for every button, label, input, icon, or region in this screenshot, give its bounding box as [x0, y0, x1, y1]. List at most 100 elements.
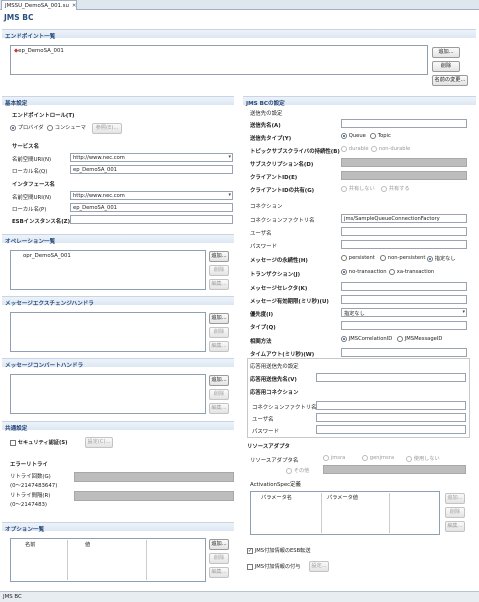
mex-delete-button[interactable]: 削除	[209, 327, 229, 338]
subscription-input[interactable]	[341, 158, 467, 167]
page-title: JMS BC	[4, 13, 34, 22]
subscription-label: サブスクリプション名(D)	[250, 162, 314, 168]
reply-dest-input[interactable]	[316, 373, 466, 382]
reply-section-title: 応答用送信先の設定	[250, 364, 299, 370]
retry-interval-range: (0〜2147483)	[10, 502, 48, 508]
close-icon[interactable]: ✕	[72, 3, 77, 9]
reply-user-input[interactable]	[316, 413, 466, 422]
endpoint-rename-button[interactable]: 名前の変更...	[432, 75, 468, 86]
radio-selected-icon	[341, 269, 347, 275]
option-edit-button[interactable]: 編集...	[209, 567, 229, 578]
activation-spec-label: ActivationSpec定義	[250, 482, 301, 488]
priority-select[interactable]: 指定なし ▾	[341, 308, 467, 317]
unspecified-radio[interactable]: 指定なし	[427, 255, 456, 262]
none-radio[interactable]: 使用しない	[406, 455, 440, 462]
other-adapter-input[interactable]	[323, 465, 466, 474]
security-settings-button[interactable]: 設定(C)...	[85, 437, 113, 448]
reference-button[interactable]: 参照(E)...	[92, 123, 122, 134]
correlation-id-radio[interactable]: JMSCorrelationID	[341, 336, 392, 343]
jmsra-radio[interactable]: jmsra	[323, 455, 345, 462]
none-label: 使用しない	[413, 456, 440, 462]
mex-add-button[interactable]: 追加...	[209, 313, 229, 324]
other-radio[interactable]: その他	[286, 467, 309, 474]
service-ns-select[interactable]: http://www.nec.com ▾	[70, 153, 233, 162]
section-jms: JMS BCの設定	[243, 96, 476, 107]
xa-transaction-radio[interactable]: xa-transaction	[389, 269, 434, 276]
options-table[interactable]: 名前 値	[10, 538, 206, 582]
msg-handler-list[interactable]	[10, 374, 206, 414]
factory-input[interactable]: jms/SampleQueueConnectionFactory	[341, 214, 467, 223]
mex-edit-button[interactable]: 編集...	[209, 341, 229, 352]
share-radio[interactable]: 共有する	[381, 185, 410, 192]
operation-add-button[interactable]: 追加...	[209, 251, 229, 262]
endpoint-add-button[interactable]: 追加...	[432, 47, 460, 58]
column-divider	[67, 540, 68, 580]
durable-radio[interactable]: durable	[341, 146, 369, 153]
list-item[interactable]: opr_DemoSA_001	[23, 253, 71, 259]
param-delete-button[interactable]: 削除	[445, 507, 465, 518]
reply-password-input[interactable]	[316, 425, 466, 434]
topic-radio[interactable]: Topic	[370, 133, 391, 140]
consumer-radio[interactable]: コンシューマ	[47, 124, 86, 131]
option-delete-button[interactable]: 削除	[209, 553, 229, 564]
radio-icon	[381, 185, 387, 192]
user-input[interactable]	[341, 227, 467, 236]
no-transaction-radio[interactable]: no-transaction	[341, 269, 387, 276]
esb-transfer-checkbox[interactable]: ✓ JMS付加情報のESB転送	[247, 547, 311, 554]
reply-factory-input[interactable]	[316, 401, 466, 410]
radio-selected-icon	[10, 124, 16, 131]
msg-delete-button[interactable]: 削除	[209, 389, 229, 400]
timeout-input[interactable]	[341, 348, 467, 357]
non-durable-radio[interactable]: non-durable	[371, 146, 410, 153]
option-add-button[interactable]: 追加...	[209, 539, 229, 550]
non-durable-label: non-durable	[378, 146, 411, 152]
type-label: タイプ(Q)	[250, 325, 276, 331]
no-share-radio[interactable]: 共有しない	[341, 185, 375, 192]
non-persistent-radio[interactable]: non-persistent	[380, 255, 425, 262]
password-input[interactable]	[341, 240, 467, 249]
retry-count-range: (0〜2147483647)	[10, 483, 58, 489]
interface-local-input[interactable]: ep_DemoSA_001	[70, 203, 233, 212]
msg-edit-button[interactable]: 編集...	[209, 403, 229, 414]
type-input[interactable]	[341, 321, 467, 330]
no-transaction-label: no-transaction	[348, 269, 387, 275]
jms-assign-checkbox[interactable]: JMS付加情報の付与	[247, 563, 300, 570]
operation-delete-button[interactable]: 削除	[209, 265, 229, 276]
dest-name-input[interactable]	[341, 119, 467, 128]
msg-add-button[interactable]: 追加...	[209, 375, 229, 386]
param-add-button[interactable]: 追加...	[445, 493, 465, 504]
queue-radio[interactable]: Queue	[341, 133, 366, 140]
list-item[interactable]: ◆ep_DemoSA_001	[14, 48, 64, 54]
retry-count-input[interactable]	[74, 472, 234, 482]
radio-icon	[380, 255, 386, 261]
options-col-value: 値	[85, 542, 91, 548]
reply-factory-label: コネクションファクトリ名	[252, 405, 317, 411]
message-id-radio[interactable]: JMSMessageID	[397, 336, 442, 343]
endpoint-list[interactable]: ◆ep_DemoSA_001	[10, 45, 428, 75]
endpoint-delete-button[interactable]: 削除	[432, 61, 460, 72]
jms-assign-settings-button[interactable]: 設定...	[309, 561, 329, 572]
client-id-input[interactable]	[341, 171, 467, 180]
service-ns-value: http://www.nec.com	[73, 155, 125, 161]
editor-tab[interactable]: JMSSU_DemoSA_001.su ✕	[1, 0, 77, 10]
expire-input[interactable]	[341, 295, 467, 304]
activation-table[interactable]: パラメータ名 パラメータ値	[250, 491, 440, 535]
genjmsra-radio[interactable]: genjmsra	[362, 455, 394, 462]
param-edit-button[interactable]: 編集...	[445, 521, 465, 532]
provider-radio[interactable]: プロバイダ	[10, 124, 44, 131]
radio-icon	[362, 455, 368, 461]
operation-edit-button[interactable]: 編集...	[209, 279, 229, 290]
selector-input[interactable]	[341, 282, 467, 291]
retry-interval-input[interactable]	[74, 491, 234, 501]
param-name-col: パラメータ名	[261, 495, 292, 501]
security-label: セキュリティ認証(S)	[17, 440, 68, 446]
esb-instance-input[interactable]	[70, 215, 233, 224]
operation-list[interactable]: opr_DemoSA_001	[10, 250, 206, 290]
section-msg-handler: メッセージコンバートハンドラ	[2, 358, 234, 369]
client-share-label: クライアントIDの共有(G)	[250, 188, 315, 194]
mex-handler-list[interactable]	[10, 312, 206, 352]
interface-ns-select[interactable]: http://www.nec.com ▾	[70, 191, 233, 200]
persistent-radio[interactable]: persistent	[341, 255, 375, 262]
service-local-input[interactable]: ep_DemoSA_001	[70, 165, 233, 174]
security-checkbox[interactable]: セキュリティ認証(S)	[10, 439, 67, 446]
